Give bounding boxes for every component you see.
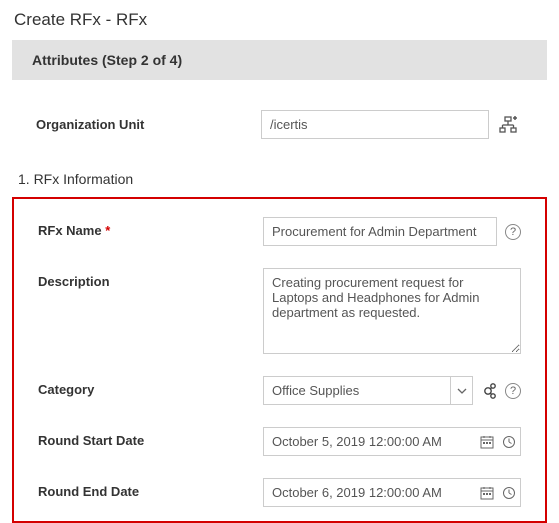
- round-start-input[interactable]: October 5, 2019 12:00:00 AM: [263, 427, 521, 456]
- link-icon[interactable]: [479, 382, 497, 400]
- round-start-row: Round Start Date October 5, 2019 12:00:0…: [38, 427, 521, 456]
- round-end-input[interactable]: October 6, 2019 12:00:00 AM: [263, 478, 521, 507]
- calendar-icon[interactable]: [476, 428, 498, 455]
- description-row: Description: [38, 268, 521, 354]
- round-start-value: October 5, 2019 12:00:00 AM: [264, 428, 476, 455]
- org-unit-row: Organization Unit: [6, 80, 553, 157]
- category-select[interactable]: Office Supplies: [263, 376, 473, 405]
- description-label: Description: [38, 268, 263, 289]
- round-end-row: Round End Date October 6, 2019 12:00:00 …: [38, 478, 521, 507]
- round-end-value: October 6, 2019 12:00:00 AM: [264, 479, 476, 506]
- rfx-name-label: RFx Name *: [38, 217, 263, 238]
- category-value: Office Supplies: [264, 377, 450, 404]
- round-start-label: Round Start Date: [38, 427, 263, 448]
- org-unit-input[interactable]: [261, 110, 489, 139]
- round-end-label: Round End Date: [38, 478, 263, 499]
- description-input[interactable]: [263, 268, 521, 354]
- page-title: Create RFx - RFx: [0, 0, 559, 40]
- section-title: 1. RFx Information: [6, 157, 553, 197]
- org-unit-label: Organization Unit: [36, 117, 261, 132]
- calendar-icon[interactable]: [476, 479, 498, 506]
- help-icon[interactable]: ?: [505, 383, 521, 399]
- chevron-down-icon[interactable]: [450, 377, 472, 404]
- org-hierarchy-icon[interactable]: [499, 116, 517, 134]
- clock-icon[interactable]: [498, 428, 520, 455]
- rfx-name-row: RFx Name * ?: [38, 217, 521, 246]
- category-row: Category Office Supplies: [38, 376, 521, 405]
- rfx-name-input[interactable]: [263, 217, 497, 246]
- step-bar: Attributes (Step 2 of 4): [12, 40, 547, 80]
- category-label: Category: [38, 376, 263, 397]
- required-indicator: *: [105, 223, 110, 238]
- help-icon[interactable]: ?: [505, 224, 521, 240]
- clock-icon[interactable]: [498, 479, 520, 506]
- rfx-info-highlight: RFx Name * ? Description Category Office…: [12, 197, 547, 523]
